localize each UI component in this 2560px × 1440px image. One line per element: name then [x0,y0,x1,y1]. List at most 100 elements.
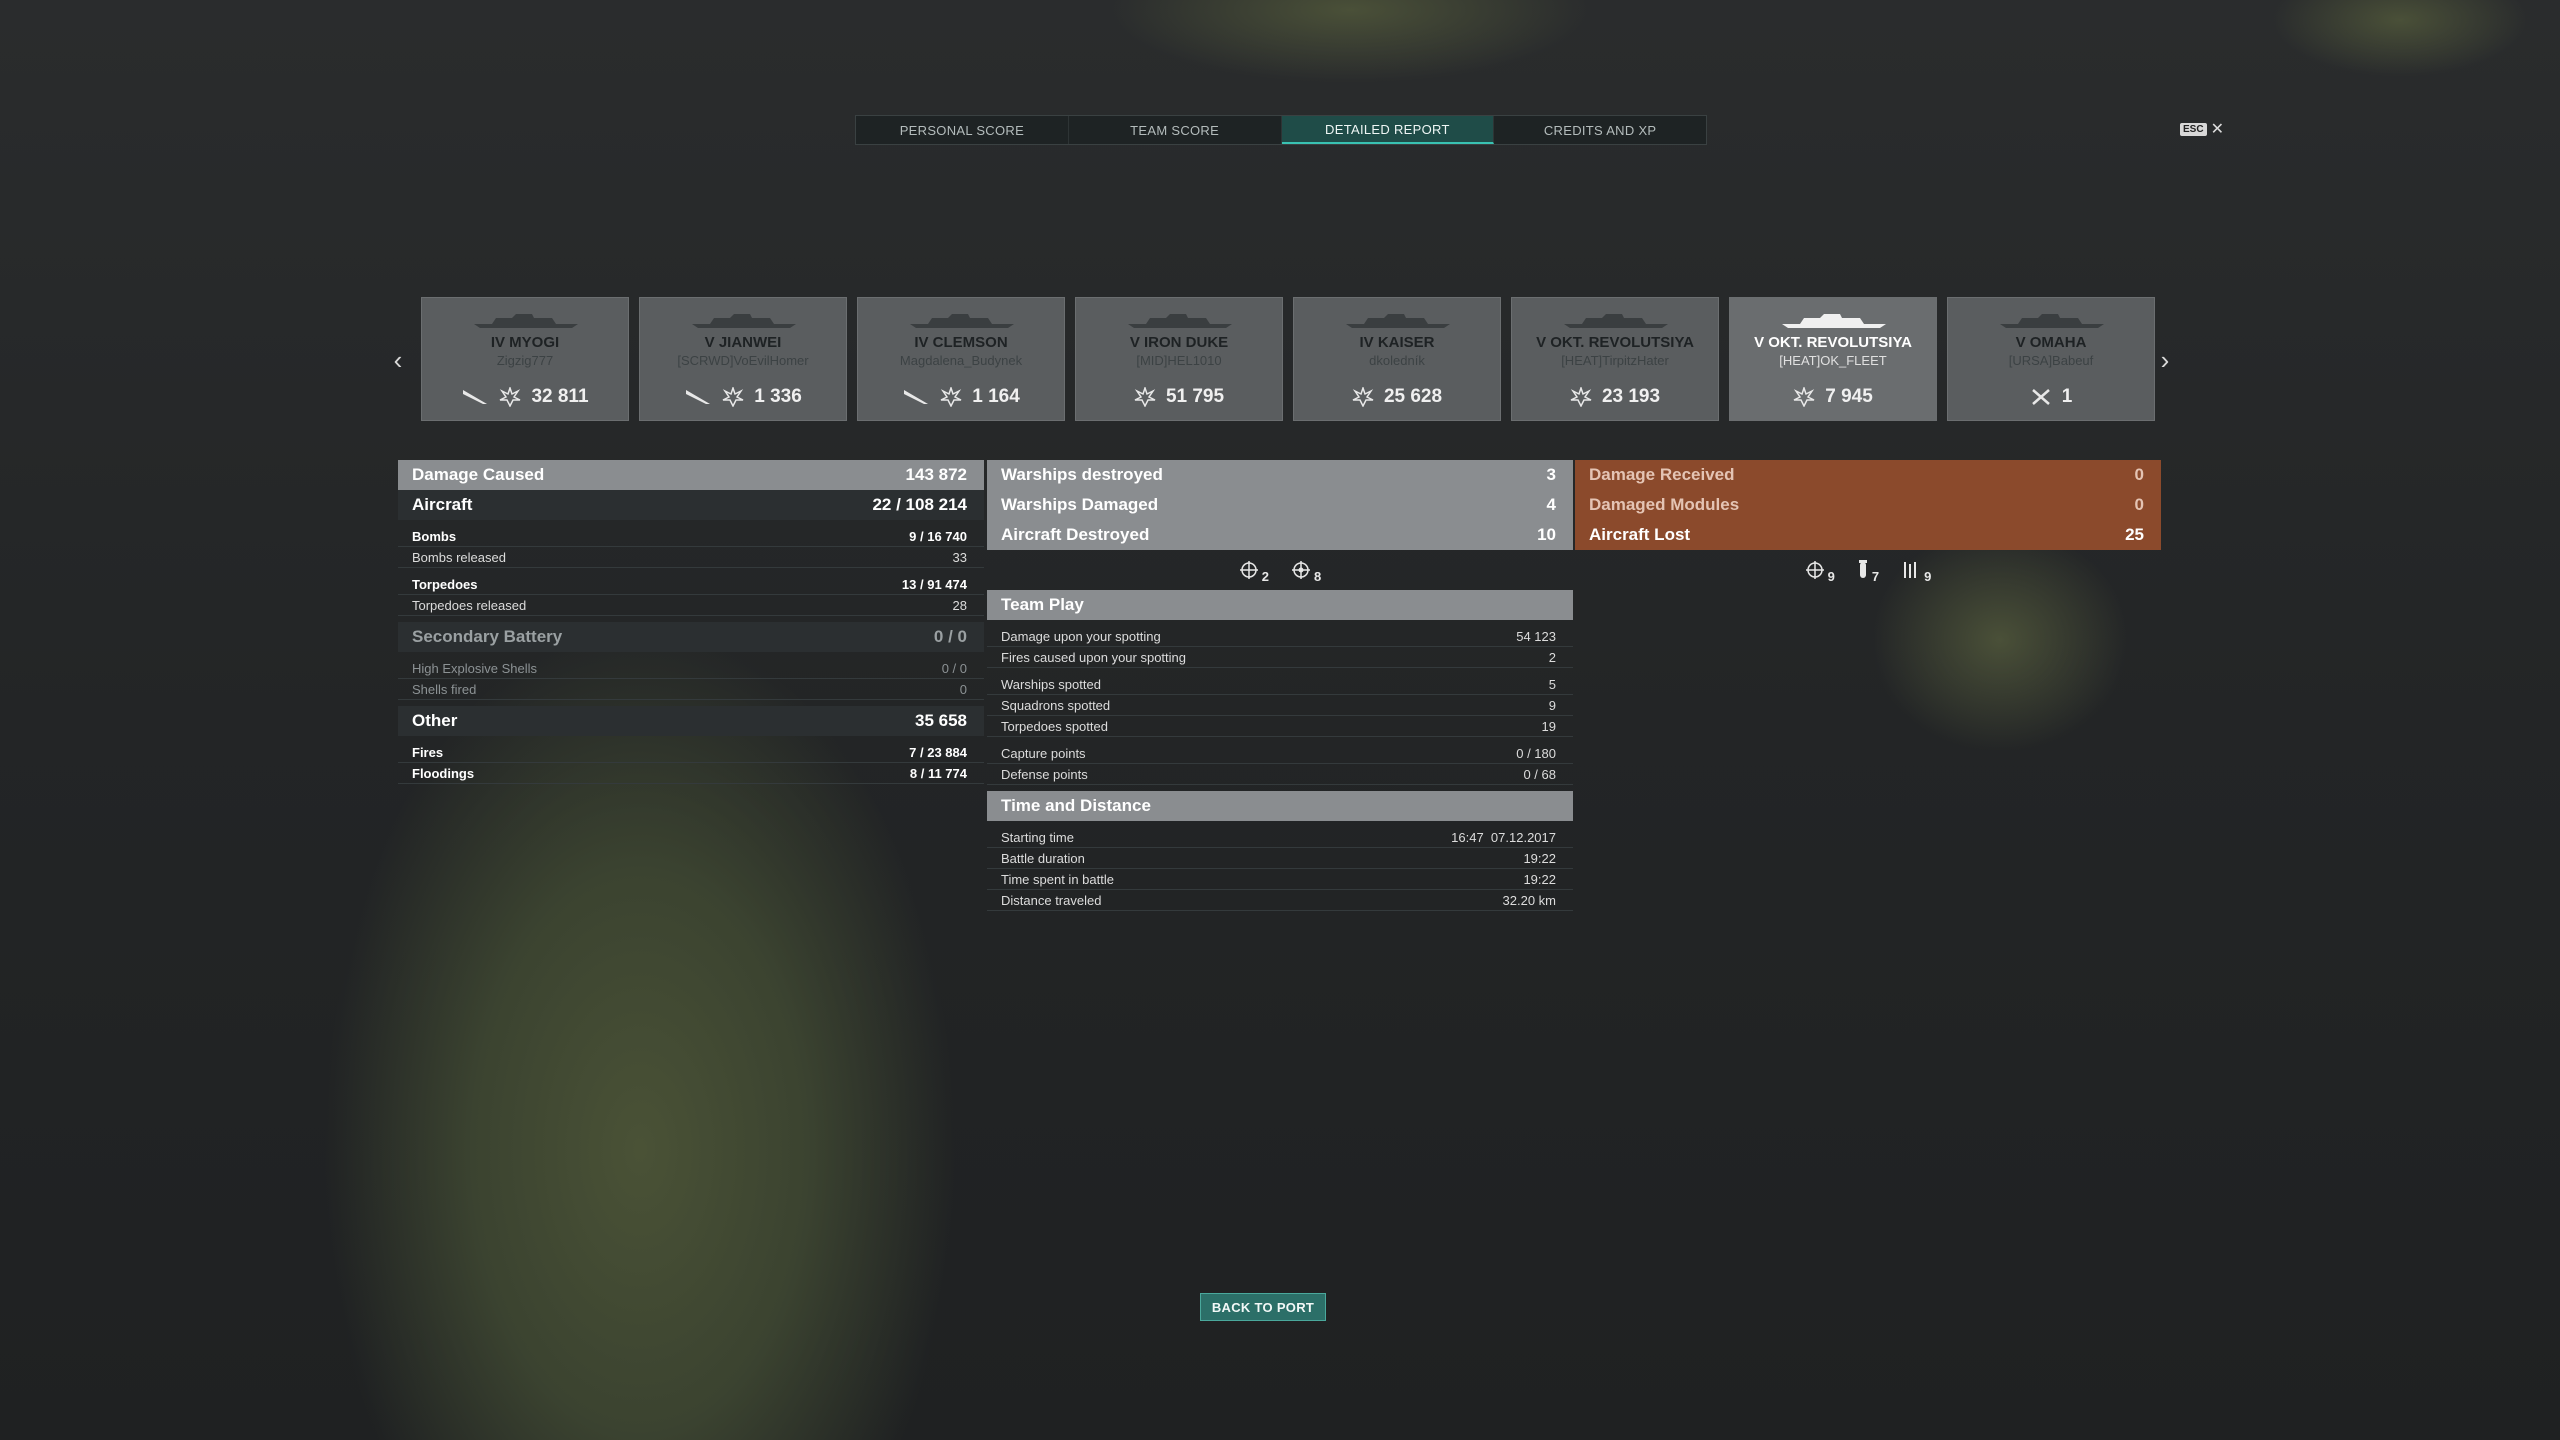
time-distance-row: Battle duration 19:22 [987,848,1573,869]
damage-received-header: Damage Received 0 [1575,460,2161,490]
he-shells-row: High Explosive Shells 0 / 0 [398,658,984,679]
player-name: [HEAT]TirpitzHater [1561,353,1669,368]
damage-received-panel: Damage Received 0 Damaged Modules 0 Airc… [1575,460,2161,590]
time-distance-row: Time spent in battle 19:22 [987,869,1573,890]
fires-row: Fires 7 / 23 884 [398,742,984,763]
aircraft-lost-breakdown: 9 7 9 [1575,550,2161,590]
ship-silhouette-icon [1564,314,1668,328]
attack-squadron-icon [1292,561,1310,579]
ship-damage-value: 7 945 [1825,386,1873,407]
ship-damage-value: 1 336 [754,386,802,407]
ship-name: IV MYOGI [490,334,560,351]
floodings-row: Floodings 8 / 11 774 [398,763,984,784]
player-name: Magdalena_Budynek [899,353,1023,368]
damage-icon [1793,387,1815,407]
report-tabs: PERSONAL SCORE TEAM SCORE DETAILED REPOR… [855,115,1707,145]
ship-name: V JIANWEI [704,334,782,351]
team-play-header: Team Play [987,590,1573,620]
ship-silhouette-icon [910,314,1014,328]
frags-icon [2031,389,2050,405]
ship-card[interactable]: V IRON DUKE [MID]HEL1010 51 795 [1075,297,1283,421]
damaged-modules-header: Damaged Modules 0 [1575,490,2161,520]
tab-team-score[interactable]: TEAM SCORE [1069,116,1282,144]
ship-silhouette-icon [1128,314,1232,328]
aircraft-icon [686,390,711,404]
ship-card[interactable]: V JIANWEI [SCRWD]VoEvilHomer 1 336 [639,297,847,421]
ship-silhouette-icon [474,314,578,328]
ship-silhouette-icon [1346,314,1450,328]
ship-damage-value: 1 164 [972,386,1020,407]
ship-card[interactable]: IV MYOGI Zigzig777 32 811 [421,297,629,421]
ship-carousel: IV MYOGI Zigzig777 32 811 V JIANWEI [SCR… [421,297,2155,421]
player-name: [URSA]Babeuf [2008,353,2094,368]
ship-damage-value: 25 628 [1383,386,1443,407]
damage-caused-panel: Damage Caused 143 872 Aircraft 22 / 108 … [398,460,984,784]
ship-damage-value: 51 795 [1165,386,1225,407]
ship-name: V OKT. REVOLUTSIYA [1536,334,1694,351]
tab-personal-score[interactable]: PERSONAL SCORE [856,116,1069,144]
damage-caused-header: Damage Caused 143 872 [398,460,984,490]
warships-damaged-header: Warships Damaged 4 [987,490,1573,520]
esc-key-icon: ESC [2180,122,2207,136]
ship-damage-value: 32 811 [531,386,589,407]
team-play-row: Warships spotted 5 [987,674,1573,695]
ship-damage-value: 23 193 [1601,386,1661,407]
team-play-row: Capture points 0 / 180 [987,743,1573,764]
time-distance-row: Distance traveled 32.20 km [987,890,1573,911]
torpedoes-released-row: Torpedoes released 28 [398,595,984,616]
bombs-row: Bombs 9 / 16 740 [398,526,984,547]
ship-card[interactable]: IV KAISER dkoledník 25 628 [1293,297,1501,421]
ship-name: V OMAHA [2015,334,2087,351]
close-icon: ✕ [2210,121,2224,138]
ship-silhouette-icon [2000,314,2104,328]
aircraft-lost-header: Aircraft Lost 25 [1575,520,2161,550]
aircraft-destroyed-header: Aircraft Destroyed 10 [987,520,1573,550]
tab-credits-and-xp[interactable]: CREDITS AND XP [1494,116,1706,144]
damage-icon [722,387,744,407]
player-name: [HEAT]OK_FLEET [1779,353,1887,368]
close-button[interactable]: ESC ✕ [2180,119,2224,139]
damage-icon [1352,387,1374,407]
secondary-battery-header: Secondary Battery 0 / 0 [398,622,984,652]
ship-silhouette-icon [692,314,796,328]
other-header: Other 35 658 [398,706,984,736]
team-play-row: Damage upon your spotting 54 123 [987,626,1573,647]
back-to-port-button[interactable]: BACK TO PORT [1200,1293,1326,1321]
bombs-released-row: Bombs released 33 [398,547,984,568]
damage-icon [1570,387,1592,407]
tab-detailed-report[interactable]: DETAILED REPORT [1281,116,1495,144]
team-play-row: Fires caused upon your spotting 2 [987,647,1573,668]
time-distance-row: Starting time 16:47 07.12.2017 [987,827,1573,848]
ship-card[interactable]: V OMAHA [URSA]Babeuf 1 [1947,297,2155,421]
aircraft-destroyed-breakdown: 2 8 [987,550,1573,590]
time-distance-header: Time and Distance [987,791,1573,821]
aircraft-icon [904,390,929,404]
ship-card-selected[interactable]: V OKT. REVOLUTSIYA [HEAT]OK_FLEET 7 945 [1729,297,1937,421]
combat-stats-panel: Warships destroyed 3 Warships Damaged 4 … [987,460,1573,911]
aircraft-icon [463,390,488,404]
team-play-row: Squadrons spotted 9 [987,695,1573,716]
ship-name: V OKT. REVOLUTSIYA [1754,334,1912,351]
ship-frags-value: 1 [2061,386,2073,407]
ship-name: IV KAISER [1359,334,1435,351]
ship-card[interactable]: V OKT. REVOLUTSIYA [HEAT]TirpitzHater 23… [1511,297,1719,421]
player-name: Zigzig777 [496,353,554,368]
warships-destroyed-header: Warships destroyed 3 [987,460,1573,490]
player-name: [MID]HEL1010 [1136,353,1222,368]
aircraft-header: Aircraft 22 / 108 214 [398,490,984,520]
bomb-icon [1858,560,1867,578]
fighter-squadron-icon [1805,561,1824,579]
torpedoes-row: Torpedoes 13 / 91 474 [398,574,984,595]
chevron-left-icon: ‹ [393,344,403,375]
shells-fired-row: Shells fired 0 [398,679,984,700]
player-name: [SCRWD]VoEvilHomer [677,353,809,368]
damage-icon [500,387,521,407]
team-play-row: Torpedoes spotted 19 [987,716,1573,737]
ship-name: V IRON DUKE [1129,334,1229,351]
carousel-prev-button[interactable]: ‹ [383,345,413,375]
damage-icon [1134,387,1156,407]
ship-silhouette-icon [1782,314,1886,328]
chevron-right-icon: › [2160,344,2170,375]
team-play-row: Defense points 0 / 68 [987,764,1573,785]
ship-card[interactable]: IV CLEMSON Magdalena_Budynek 1 164 [857,297,1065,421]
